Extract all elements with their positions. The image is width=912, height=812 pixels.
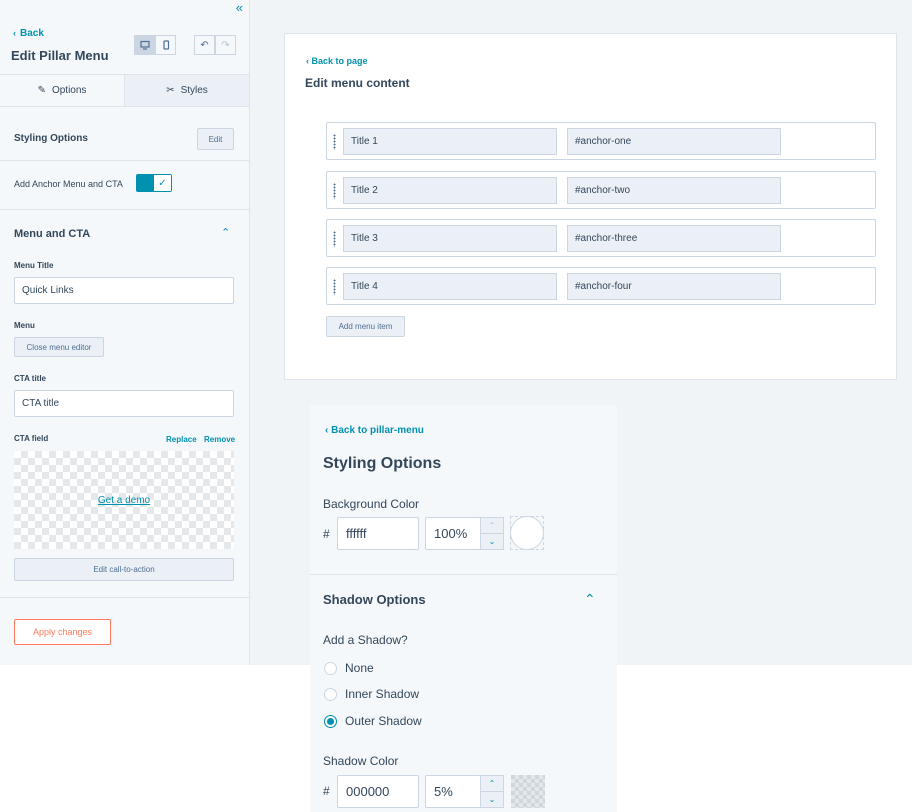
shadow-option-label: Outer Shadow — [345, 714, 422, 728]
chevron-left-icon: ‹ — [13, 28, 16, 38]
menu-section-title: Menu and CTA — [14, 228, 91, 240]
back-label: Back — [20, 28, 44, 39]
chevron-down-icon[interactable]: ⌄ — [481, 792, 503, 807]
shadow-options-title: Shadow Options — [323, 592, 426, 607]
sidebar: « ‹ Back Edit Pillar Menu ↶ ↷ ✎ Options ✂… — [0, 0, 250, 665]
cta-remove-link[interactable]: Remove — [204, 435, 235, 444]
shadow-option-none[interactable]: None — [324, 661, 374, 675]
menu-item-row: Title 1 #anchor-one — [326, 122, 876, 160]
menu-title-label: Menu Title — [14, 261, 54, 270]
shadow-opacity-stepper: ⌃ ⌄ — [480, 775, 504, 808]
styling-edit-button[interactable]: Edit — [197, 128, 234, 150]
back-to-pillar-menu-label: Back to pillar-menu — [331, 425, 424, 436]
menu-title-input[interactable]: Quick Links — [14, 277, 234, 304]
tab-options-label: Options — [51, 85, 87, 96]
menu-item-title-input[interactable]: Title 1 — [343, 128, 557, 155]
undo-button[interactable]: ↶ — [194, 35, 215, 55]
menu-item-row: Title 4 #anchor-four — [326, 267, 876, 305]
desktop-view-button[interactable] — [134, 35, 155, 55]
chevron-up-icon[interactable]: ⌃ — [481, 776, 503, 792]
cta-title-label: CTA title — [14, 374, 46, 383]
chevron-down-icon[interactable]: ⌄ — [481, 534, 503, 549]
add-shadow-label: Add a Shadow? — [323, 633, 408, 647]
drag-handle-icon[interactable] — [333, 231, 336, 247]
menu-item-anchor-input[interactable]: #anchor-two — [567, 177, 781, 204]
menu-item-row: Title 3 #anchor-three — [326, 219, 876, 257]
background-hex-input[interactable]: ffffff — [337, 517, 419, 550]
sidebar-tabs: ✎ Options ✂ Styles — [0, 74, 249, 107]
tab-styles[interactable]: ✂ Styles — [125, 75, 249, 106]
menu-item-anchor-input[interactable]: #anchor-four — [567, 273, 781, 300]
chevron-up-icon[interactable]: ⌃ — [221, 226, 230, 239]
divider — [0, 160, 249, 161]
drag-handle-icon[interactable] — [333, 279, 336, 295]
shadow-option-outer[interactable]: Outer Shadow — [324, 714, 422, 728]
cta-title-input[interactable]: CTA title — [14, 390, 234, 417]
add-menu-item-button[interactable]: Add menu item — [326, 316, 405, 337]
drag-handle-icon[interactable] — [333, 183, 336, 199]
radio-button[interactable] — [324, 661, 337, 675]
edit-cta-button[interactable]: Edit call-to-action — [14, 558, 234, 581]
cta-replace-link[interactable]: Replace — [166, 435, 197, 444]
shadow-option-inner[interactable]: Inner Shadow — [324, 687, 419, 701]
desktop-icon — [139, 40, 150, 50]
collapse-sidebar-icon[interactable]: « — [236, 0, 243, 15]
background-opacity-input[interactable]: 100% — [425, 517, 481, 550]
back-link[interactable]: ‹ Back — [13, 28, 44, 39]
history-controls: ↶ ↷ — [194, 35, 236, 55]
close-menu-editor-button[interactable]: Close menu editor — [14, 337, 104, 357]
tab-styles-label: Styles — [180, 85, 208, 96]
drag-handle-icon[interactable] — [333, 134, 336, 150]
styling-options-title: Styling Options — [323, 455, 442, 472]
background-color-swatch[interactable] — [510, 516, 544, 550]
styling-options-label: Styling Options — [14, 133, 88, 144]
menu-item-anchor-input[interactable]: #anchor-one — [567, 128, 781, 155]
toggle-fill — [137, 175, 154, 191]
menu-item-title-input[interactable]: Title 4 — [343, 273, 557, 300]
menu-item-title-input[interactable]: Title 2 — [343, 177, 557, 204]
cta-field-label: CTA field — [14, 434, 49, 443]
apply-changes-button[interactable]: Apply changes — [14, 619, 111, 645]
menu-label: Menu — [14, 321, 35, 330]
menu-item-title-input[interactable]: Title 3 — [343, 225, 557, 252]
mobile-icon — [162, 40, 169, 50]
radio-button[interactable] — [324, 687, 337, 701]
check-icon: ✓ — [154, 175, 171, 191]
undo-icon: ↶ — [200, 39, 209, 51]
shadow-option-label: None — [345, 661, 374, 675]
shadow-color-label: Shadow Color — [323, 754, 399, 768]
back-to-page-link[interactable]: ‹ Back to page — [306, 56, 368, 66]
tab-options[interactable]: ✎ Options — [0, 75, 125, 106]
mobile-view-button[interactable] — [155, 35, 176, 55]
menu-editor-title: Edit menu content — [305, 76, 410, 90]
menu-item-row: Title 2 #anchor-two — [326, 171, 876, 209]
divider — [0, 209, 249, 210]
shadow-opacity-input[interactable]: 5% — [425, 775, 481, 808]
menu-item-anchor-input[interactable]: #anchor-three — [567, 225, 781, 252]
back-to-pillar-menu-link[interactable]: ‹ Back to pillar-menu — [325, 425, 424, 436]
chevron-up-icon[interactable]: ⌃ — [584, 591, 596, 608]
shadow-color-swatch[interactable] — [511, 775, 545, 808]
radio-button-selected[interactable] — [324, 714, 337, 728]
device-toggle — [134, 35, 176, 55]
divider — [0, 597, 249, 598]
pencil-icon: ✎ — [37, 85, 46, 96]
background-color-label: Background Color — [323, 497, 420, 511]
chevron-up-icon[interactable]: ⌃ — [481, 518, 503, 534]
divider — [310, 574, 617, 575]
back-to-page-label: Back to page — [311, 56, 368, 66]
shadow-hex-input[interactable]: 000000 — [337, 775, 419, 808]
background-opacity-stepper: ⌃ ⌄ — [480, 517, 504, 550]
shadow-option-label: Inner Shadow — [345, 687, 420, 701]
brush-icon: ✂ — [166, 85, 175, 96]
hash-label: # — [323, 784, 330, 798]
anchor-menu-toggle[interactable]: ✓ — [136, 174, 172, 192]
hash-label: # — [323, 527, 330, 541]
redo-icon: ↷ — [221, 39, 230, 51]
cta-preview-link[interactable]: Get a demo — [98, 495, 150, 506]
anchor-toggle-label: Add Anchor Menu and CTA — [14, 179, 123, 189]
redo-button[interactable]: ↷ — [215, 35, 236, 55]
cta-preview: Get a demo — [14, 451, 234, 549]
sidebar-title: Edit Pillar Menu — [11, 48, 109, 63]
